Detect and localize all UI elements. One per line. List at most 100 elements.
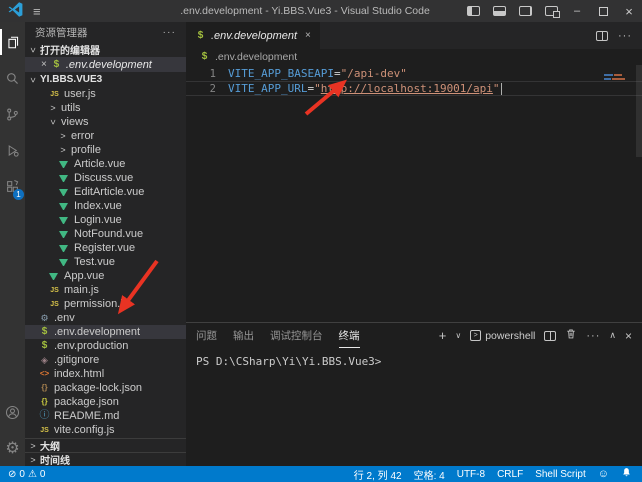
tree-item-App.vue[interactable]: App.vue — [25, 269, 186, 283]
split-terminal-icon[interactable] — [544, 331, 556, 341]
language-mode-status[interactable]: Shell Script — [535, 469, 586, 480]
tree-item-Register.vue[interactable]: Register.vue — [25, 241, 186, 255]
maximize-button[interactable] — [590, 0, 616, 22]
tree-item-profile[interactable]: >profile — [25, 143, 186, 157]
code-line-2[interactable]: 2VITE_APP_URL="http://localhost:19001/ap… — [186, 81, 642, 96]
explorer-icon[interactable] — [0, 24, 25, 60]
tree-item-user.js[interactable]: JSuser.js — [25, 87, 186, 101]
eol-status[interactable]: CRLF — [497, 469, 523, 480]
account-icon[interactable] — [0, 394, 25, 430]
toggle-panel-icon[interactable] — [486, 0, 512, 22]
menu-icon[interactable]: ≡ — [33, 4, 41, 19]
source-control-icon[interactable] — [0, 96, 25, 132]
panel-tab-终端[interactable]: 终端 — [339, 323, 360, 348]
chevron-right-icon: > — [59, 131, 67, 141]
tree-item-Discuss.vue[interactable]: Discuss.vue — [25, 171, 186, 185]
project-root-section[interactable]: > YI.BBS.VUE3 — [25, 72, 186, 87]
explorer-more-actions-icon[interactable]: ··· — [163, 26, 177, 38]
tree-item-Index.vue[interactable]: Index.vue — [25, 199, 186, 213]
tree-item-.env.development[interactable]: $.env.development — [25, 325, 186, 339]
breadcrumb[interactable]: $ .env.development — [186, 49, 642, 65]
tree-item-package.json[interactable]: {}package.json — [25, 395, 186, 409]
close-tab-icon[interactable]: × — [305, 30, 311, 41]
status-bar: ⊘ 0 ⚠ 0 行 2, 列 42 空格: 4 UTF-8 CRLF Shell… — [0, 466, 642, 482]
editor-scrollbar[interactable] — [636, 65, 642, 157]
close-editor-icon[interactable]: × — [41, 59, 47, 70]
vue-file-icon — [59, 245, 68, 252]
extensions-icon[interactable]: 1 — [0, 168, 25, 204]
terminal-shell-item[interactable]: > powershell — [470, 330, 535, 342]
tree-item-label: main.js — [64, 284, 99, 296]
tree-item-NotFound.vue[interactable]: NotFound.vue — [25, 227, 186, 241]
editor-group: $ .env.development × ··· $ .env.developm… — [186, 22, 642, 466]
terminal-output[interactable]: PS D:\CSharp\Yi\Yi.BBS.Vue3> — [186, 348, 642, 368]
tree-item-utils[interactable]: >utils — [25, 101, 186, 115]
close-window-button[interactable]: × — [616, 0, 642, 22]
editor-more-actions-icon[interactable]: ··· — [618, 30, 632, 42]
vue-file-icon — [59, 231, 68, 238]
panel-tab-问题[interactable]: 问题 — [196, 323, 217, 348]
tree-item-label: Login.vue — [74, 214, 122, 226]
tree-item-label: index.html — [54, 368, 104, 380]
timeline-section[interactable]: > 时间线 — [25, 452, 186, 466]
open-editor-item[interactable]: × $ .env.development — [25, 57, 186, 72]
maximize-panel-icon[interactable]: ∧ — [609, 330, 616, 341]
terminal-dropdown-icon[interactable]: ∨ — [455, 331, 461, 340]
tree-item-index.html[interactable]: <> index.html — [25, 367, 186, 381]
minimize-button[interactable]: – — [564, 0, 590, 22]
panel-tab-输出[interactable]: 输出 — [233, 323, 254, 348]
vue-file-icon — [59, 259, 68, 266]
tree-item-permission.js[interactable]: JSpermission.js — [25, 297, 186, 311]
new-terminal-icon[interactable]: + — [439, 328, 447, 343]
chevron-right-icon: > — [29, 455, 37, 465]
cursor-position-status[interactable]: 行 2, 列 42 — [354, 467, 402, 482]
line-number: 2 — [186, 83, 216, 95]
tab-env-development[interactable]: $ .env.development × — [186, 22, 320, 49]
feedback-smiley-icon[interactable]: ☺ — [598, 468, 609, 480]
tree-item-label: Test.vue — [74, 256, 115, 268]
breadcrumb-item: .env.development — [215, 51, 297, 63]
tree-item-EditArticle.vue[interactable]: EditArticle.vue — [25, 185, 186, 199]
tree-item-.env[interactable]: ⚙.env — [25, 311, 186, 325]
settings-gear-icon[interactable]: $⚙ — [0, 430, 25, 466]
html-file-icon: <> — [39, 370, 50, 378]
run-debug-icon[interactable] — [0, 132, 25, 168]
indentation-status[interactable]: 空格: 4 — [414, 467, 445, 482]
kill-terminal-icon[interactable] — [565, 328, 577, 343]
notifications-bell-icon[interactable] — [621, 467, 632, 481]
tree-item-label: Article.vue — [74, 158, 125, 170]
tree-item-label: EditArticle.vue — [74, 186, 144, 198]
tree-item-Test.vue[interactable]: Test.vue — [25, 255, 186, 269]
tree-item-README.md[interactable]: ⓘREADME.md — [25, 409, 186, 423]
tree-item-vite.config.js[interactable]: JSvite.config.js — [25, 423, 186, 437]
minimap[interactable] — [604, 74, 632, 82]
panel-tab-调试控制台[interactable]: 调试控制台 — [270, 323, 323, 348]
tree-item-main.js[interactable]: JSmain.js — [25, 283, 186, 297]
tree-item-Login.vue[interactable]: Login.vue — [25, 213, 186, 227]
tree-item-label: user.js — [64, 88, 96, 100]
chevron-down-icon: > — [28, 76, 38, 84]
tree-item-.env.production[interactable]: $.env.production — [25, 339, 186, 353]
tree-item-package-lock.json[interactable]: {}package-lock.json — [25, 381, 186, 395]
problems-status[interactable]: ⊘ 0 ⚠ 0 — [8, 469, 45, 480]
open-editors-section[interactable]: > 打开的编辑器 — [25, 42, 186, 57]
code-line-1[interactable]: 1VITE_APP_BASEAPI="/api-dev" — [186, 66, 642, 81]
toggle-secondary-sidebar-icon[interactable] — [512, 0, 538, 22]
tree-item-label: .env — [54, 312, 75, 324]
tree-item-views[interactable]: >views — [25, 115, 186, 129]
toggle-sidebar-icon[interactable] — [460, 0, 486, 22]
json-lock-file-icon: {} — [39, 384, 50, 392]
close-panel-icon[interactable]: × — [625, 329, 632, 343]
tree-item-error[interactable]: >error — [25, 129, 186, 143]
tree-item-Article.vue[interactable]: Article.vue — [25, 157, 186, 171]
search-icon[interactable] — [0, 60, 25, 96]
env-dollar-file-icon: $ — [51, 60, 62, 70]
panel-more-actions-icon[interactable]: ··· — [586, 330, 600, 342]
split-editor-icon[interactable] — [596, 31, 608, 41]
tree-item-.gitignore[interactable]: ◈.gitignore — [25, 353, 186, 367]
code-editor[interactable]: 1VITE_APP_BASEAPI="/api-dev"2VITE_APP_UR… — [186, 65, 642, 322]
outline-section[interactable]: > 大纲 — [25, 438, 186, 452]
url-link[interactable]: http://localhost:19001/api — [321, 82, 493, 95]
encoding-status[interactable]: UTF-8 — [457, 469, 485, 480]
customize-layout-icon[interactable] — [538, 0, 564, 22]
